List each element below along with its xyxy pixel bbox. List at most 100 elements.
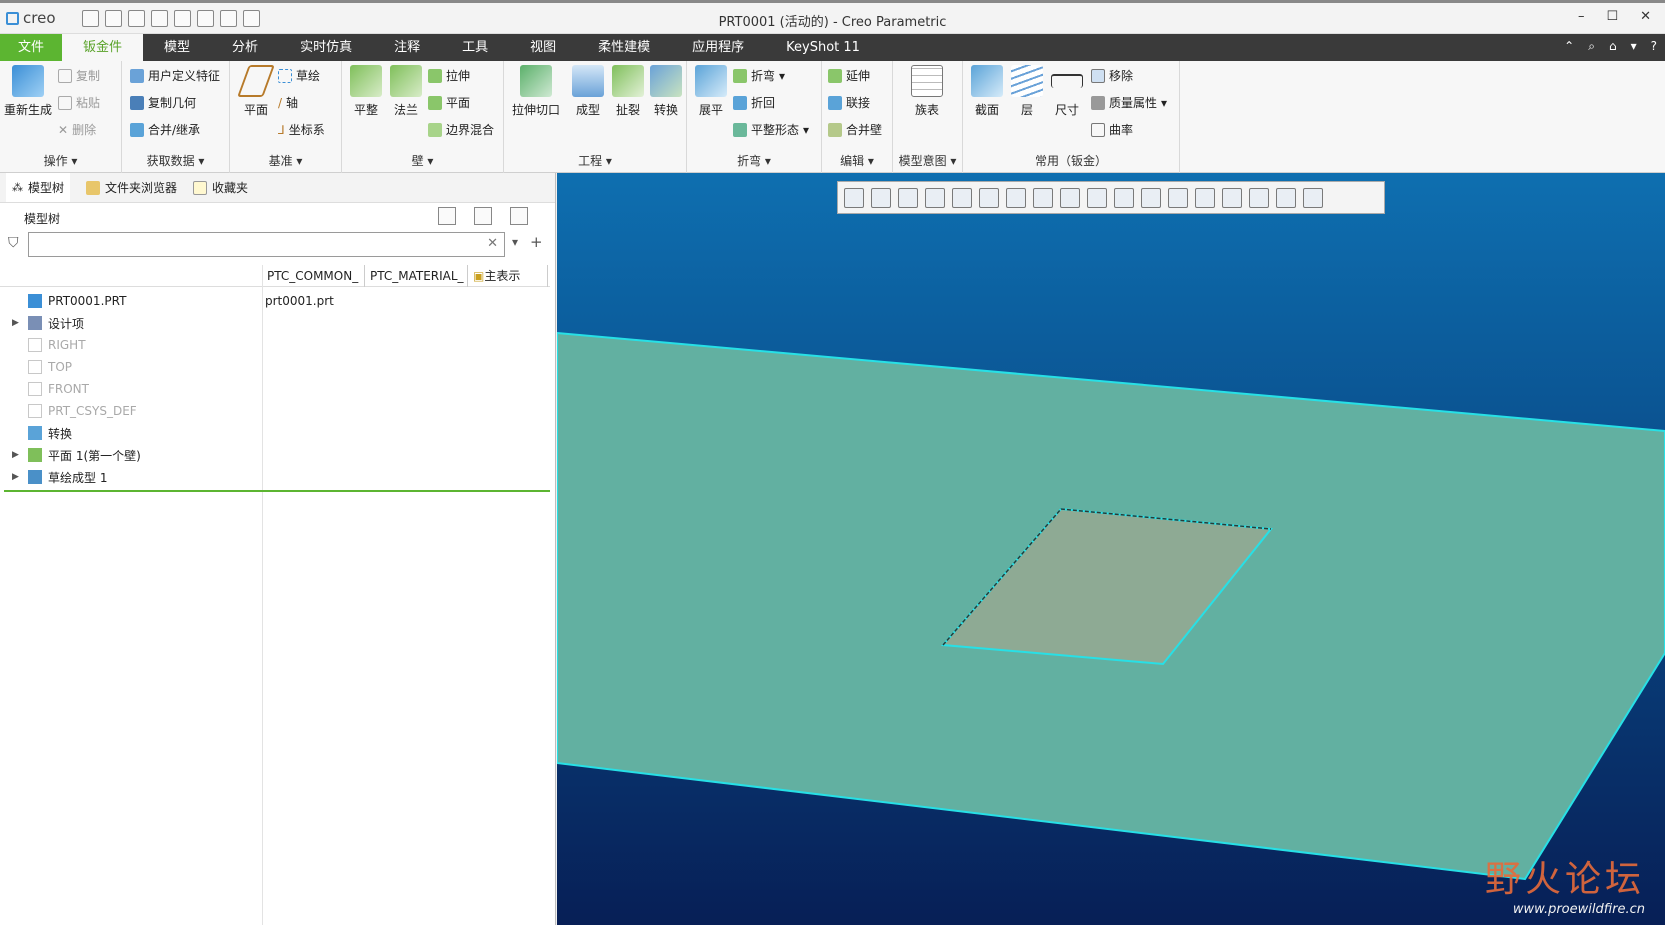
curvature-button[interactable]: 曲率 (1091, 121, 1133, 138)
flat-wall-button[interactable]: 平整 (344, 65, 388, 118)
tab-model[interactable]: 模型 (143, 34, 211, 61)
repaint-icon[interactable] (925, 187, 945, 208)
merge-inherit-button[interactable]: 合并/继承 (130, 121, 200, 138)
tab-favorites[interactable]: 收藏夹 (193, 179, 248, 196)
close-button[interactable]: ✕ (1640, 9, 1651, 24)
saved-orientations-icon[interactable] (979, 187, 999, 208)
extrude-cut-button[interactable]: 拉伸切口 (507, 65, 565, 118)
merge-wall-button[interactable]: 合并壁 (828, 121, 882, 138)
group-label[interactable]: 操作 ▾ (0, 152, 121, 169)
tree-row[interactable]: ▶ 设计项 (0, 312, 550, 334)
help-icon[interactable]: ? (1651, 39, 1657, 54)
tree-settings-icon[interactable] (438, 207, 456, 225)
tree-row[interactable]: 转换 (0, 422, 550, 444)
section-button[interactable]: 截面 (965, 65, 1009, 118)
expand-arrow-icon[interactable]: ▶ (12, 472, 22, 482)
copy-geometry-button[interactable]: 复制几何 (130, 94, 196, 111)
boundary-blend-button[interactable]: 边界混合 (428, 121, 494, 138)
convert-button[interactable]: 转换 (644, 65, 688, 118)
chevron-down-icon[interactable]: ▾ (1631, 39, 1637, 54)
tree-row[interactable]: PRT0001.PRT prt0001.prt (0, 290, 550, 312)
tab-flexible-modeling[interactable]: 柔性建模 (577, 34, 671, 61)
minimize-button[interactable]: – (1578, 9, 1585, 24)
tab-view[interactable]: 视图 (509, 34, 577, 61)
paste-button[interactable]: 粘贴 (58, 94, 100, 111)
show-options-icon[interactable] (474, 207, 492, 225)
flat-pattern-button[interactable]: 平整形态 ▾ (733, 121, 809, 138)
tab-analysis[interactable]: 分析 (211, 34, 279, 61)
form-button[interactable]: 成型 (566, 65, 610, 118)
axis-display-icon[interactable] (1087, 187, 1107, 208)
remove-button[interactable]: 移除 (1091, 67, 1133, 84)
group-label[interactable]: 模型意图 ▾ (893, 152, 962, 169)
layers-display-icon[interactable] (1303, 187, 1323, 208)
udf-button[interactable]: 用户定义特征 (130, 67, 220, 84)
tree-row[interactable]: FRONT (0, 378, 550, 400)
view-manager-icon[interactable] (1006, 187, 1026, 208)
tree-row[interactable]: TOP (0, 356, 550, 378)
tab-sheetmetal[interactable]: 钣金件 (62, 34, 144, 61)
maximize-button[interactable]: ☐ (1606, 9, 1618, 24)
copy-button[interactable]: 复制 (58, 67, 100, 84)
tree-filter-icon[interactable] (510, 207, 528, 225)
clear-icon[interactable]: ✕ (487, 236, 498, 251)
dimension-button[interactable]: 尺寸 (1045, 65, 1089, 118)
insert-indicator[interactable] (4, 490, 550, 492)
tab-model-tree[interactable]: ⁂ 模型树 (6, 173, 71, 202)
tree-row[interactable]: RIGHT (0, 334, 550, 356)
extend-button[interactable]: 延伸 (828, 67, 870, 84)
tree-row[interactable]: ▶ 草绘成型 1 (0, 466, 550, 488)
expand-arrow-icon[interactable]: ▶ (12, 450, 22, 460)
layer-button[interactable]: 层 (1005, 65, 1049, 118)
expand-arrow-icon[interactable]: ▶ (12, 318, 22, 328)
column-header[interactable]: PTC_MATERIAL_ (365, 265, 468, 287)
tab-folder-browser[interactable]: 文件夹浏览器 (86, 179, 177, 196)
plane-button[interactable]: 平面 (234, 65, 278, 118)
chevron-down-icon[interactable]: ▾ (512, 235, 518, 249)
column-header[interactable]: PTC_COMMON_ (262, 265, 365, 287)
tab-applications[interactable]: 应用程序 (671, 34, 765, 61)
sketch-button[interactable]: 草绘 (278, 67, 320, 84)
notes-display-icon[interactable] (1249, 187, 1269, 208)
group-label[interactable]: 获取数据 ▾ (122, 152, 229, 169)
add-column-icon[interactable]: + (530, 233, 543, 251)
group-label[interactable]: 基准 ▾ (230, 152, 341, 169)
csys-display-icon[interactable] (1141, 187, 1161, 208)
bend-button[interactable]: 折弯 ▾ (733, 67, 785, 84)
tab-file[interactable]: 文件 (0, 34, 63, 61)
join-button[interactable]: 联接 (828, 94, 870, 111)
annotation-display-icon[interactable] (1168, 187, 1188, 208)
extrude-wall-button[interactable]: 拉伸 (428, 67, 470, 84)
graphics-window[interactable]: 野火论坛 www.proewildfire.cn (557, 173, 1665, 925)
display-style-icon[interactable] (952, 187, 972, 208)
plane-display-icon[interactable] (1060, 187, 1080, 208)
point-display-icon[interactable] (1114, 187, 1134, 208)
spin-center-icon[interactable] (1195, 187, 1215, 208)
perspective-icon[interactable] (1033, 187, 1053, 208)
mass-properties-button[interactable]: 质量属性 ▾ (1091, 94, 1167, 111)
group-label[interactable]: 折弯 ▾ (687, 152, 821, 169)
zoom-out-icon[interactable] (898, 187, 918, 208)
unbend-button[interactable]: 展平 (689, 65, 733, 118)
learning-icon[interactable]: ⌂ (1609, 39, 1617, 54)
bend-back-button[interactable]: 折回 (733, 94, 775, 111)
planar-wall-button[interactable]: 平面 (428, 94, 470, 111)
regenerate-button[interactable]: 重新生成 (3, 65, 53, 118)
search-input[interactable]: ✕ (28, 232, 505, 257)
group-label[interactable]: 工程 ▾ (504, 152, 686, 169)
tab-tools[interactable]: 工具 (441, 34, 509, 61)
axis-button[interactable]: / 轴 (278, 94, 298, 111)
column-header[interactable]: ▣主表示 (468, 265, 548, 287)
tab-annotate[interactable]: 注释 (373, 34, 441, 61)
search-icon[interactable]: ⌕ (1588, 39, 1595, 54)
tree-row[interactable]: ▶ 平面 1(第一个壁) (0, 444, 550, 466)
collapse-ribbon-icon[interactable]: ⌃ (1564, 39, 1574, 54)
tab-simulation[interactable]: 实时仿真 (279, 34, 373, 61)
zoom-in-icon[interactable] (871, 187, 891, 208)
group-label[interactable]: 编辑 ▾ (822, 152, 892, 169)
flange-button[interactable]: 法兰 (384, 65, 428, 118)
tree-row[interactable]: PRT_CSYS_DEF (0, 400, 550, 422)
tab-keyshot[interactable]: KeyShot 11 (765, 34, 881, 61)
refit-icon[interactable] (844, 187, 864, 208)
family-table-button[interactable]: 族表 (905, 65, 949, 118)
